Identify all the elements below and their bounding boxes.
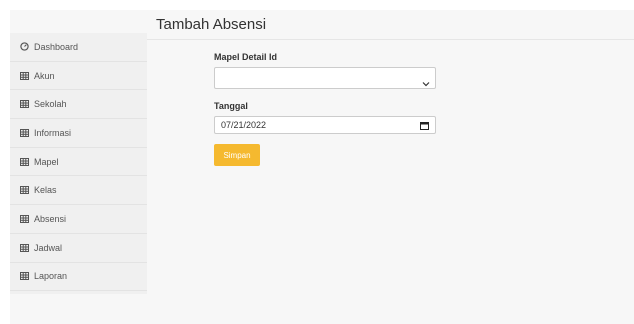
sidebar-item-akun[interactable]: Akun xyxy=(10,62,147,91)
sidebar-item-jadwal[interactable]: Jadwal xyxy=(10,234,147,263)
simpan-button[interactable]: Simpan xyxy=(214,144,260,166)
sidebar: Dashboard Akun Sekolah Informasi Mapel K… xyxy=(10,33,147,294)
sidebar-item-label: Informasi xyxy=(34,127,72,138)
tanggal-value: 07/21/2022 xyxy=(221,120,267,130)
sidebar-item-label: Dashboard xyxy=(34,41,79,52)
sidebar-item-label: Mapel xyxy=(34,156,59,167)
tanggal-date-input[interactable]: 07/21/2022 xyxy=(214,116,436,134)
sidebar-item-absensi[interactable]: Absensi xyxy=(10,205,147,234)
sidebar-item-mapel[interactable]: Mapel xyxy=(10,148,147,177)
sidebar-item-label: Akun xyxy=(34,70,55,81)
table-icon xyxy=(20,185,30,195)
sidebar-item-label: Absensi xyxy=(34,213,67,224)
tanggal-label: Tanggal xyxy=(214,101,248,111)
sidebar-item-kelas[interactable]: Kelas xyxy=(10,176,147,206)
sidebar-item-laporan[interactable]: Laporan xyxy=(10,263,147,292)
sidebar-item-sekolah[interactable]: Sekolah xyxy=(10,90,147,120)
sidebar-item-dashboard[interactable]: Dashboard xyxy=(10,33,147,62)
sidebar-item-label: Kelas xyxy=(34,185,57,196)
dashboard-icon xyxy=(20,42,30,52)
table-icon xyxy=(20,128,30,138)
table-icon xyxy=(20,243,30,253)
table-icon xyxy=(20,99,30,109)
mapel-detail-select[interactable] xyxy=(214,67,436,89)
page-title: Tambah Absensi xyxy=(156,16,267,33)
calendar-icon[interactable] xyxy=(420,121,429,132)
sidebar-item-label: Laporan xyxy=(34,271,68,282)
table-icon xyxy=(20,157,30,167)
chevron-down-icon xyxy=(422,74,430,92)
mapel-detail-label: Mapel Detail Id xyxy=(214,52,278,62)
table-icon xyxy=(20,271,30,281)
table-icon xyxy=(20,214,30,224)
absensi-form: Mapel Detail Id Tanggal 07/21/2022 Simpa… xyxy=(214,52,436,166)
sidebar-item-label: Sekolah xyxy=(34,99,67,110)
sidebar-item-label: Jadwal xyxy=(34,242,63,253)
sidebar-item-informasi[interactable]: Informasi xyxy=(10,119,147,148)
page-header: Tambah Absensi xyxy=(147,10,634,40)
table-icon xyxy=(20,71,30,81)
